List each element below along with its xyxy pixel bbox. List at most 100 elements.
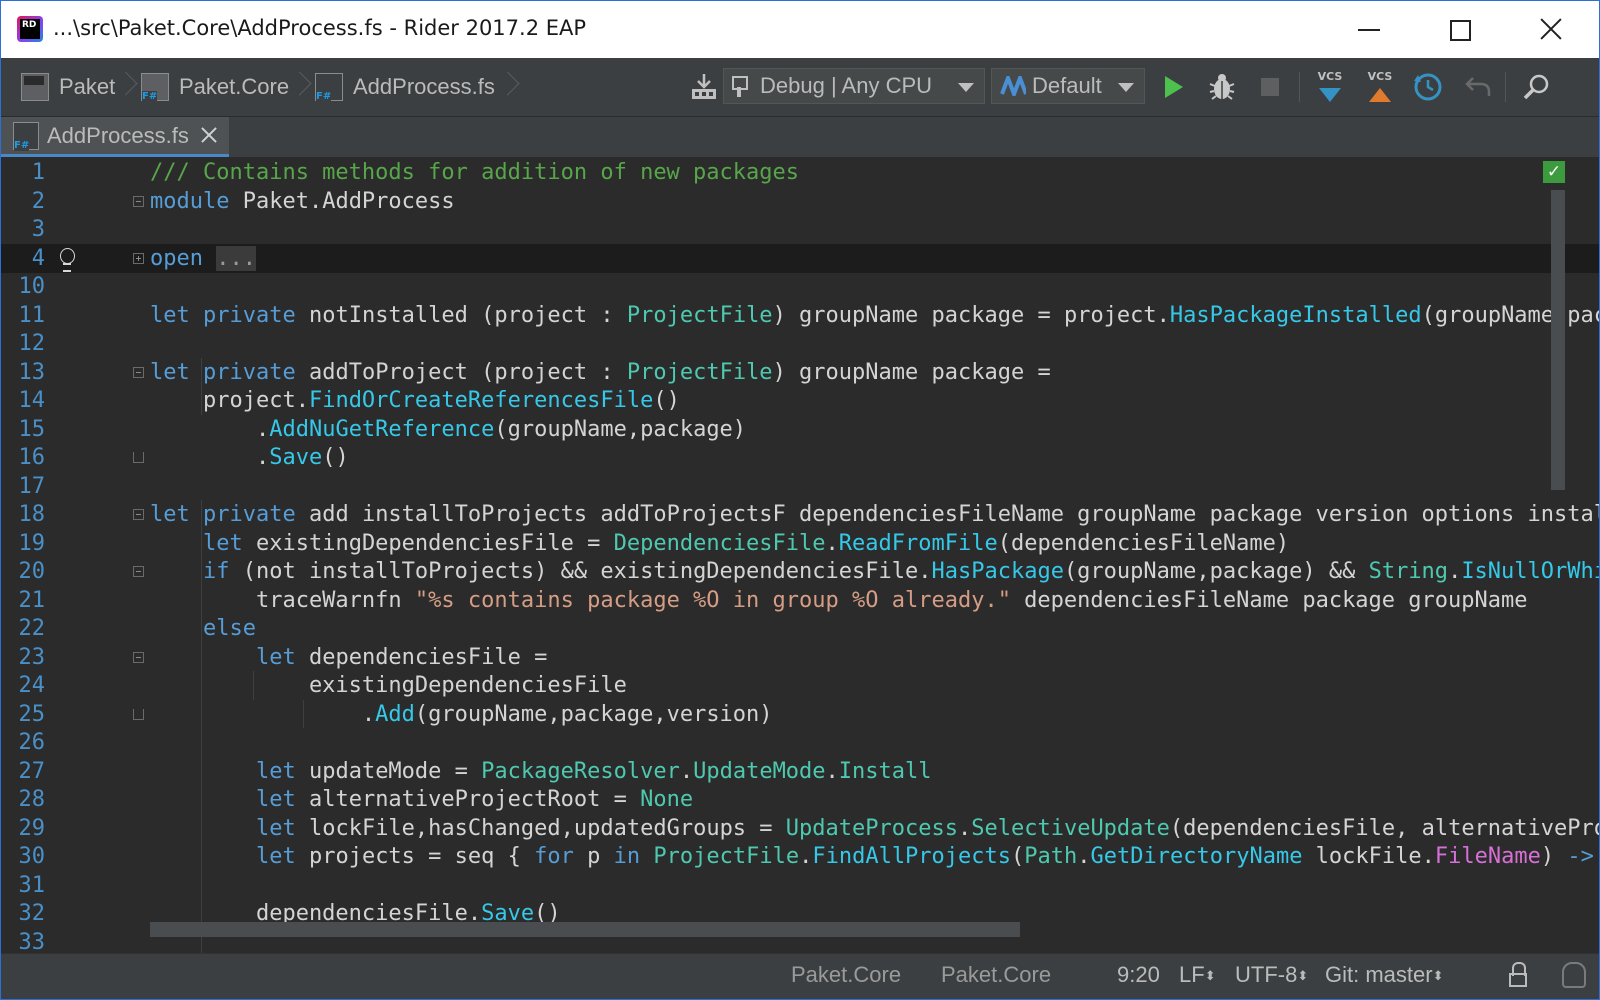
line-number[interactable]: 20 <box>1 557 46 586</box>
code-text[interactable]: let alternativeProjectRoot = None <box>150 785 693 814</box>
line-number[interactable]: 11 <box>1 301 46 330</box>
line-number[interactable]: 31 <box>1 871 46 900</box>
line-number[interactable]: 18 <box>1 500 46 529</box>
code-line[interactable]: 17 <box>1 472 1599 501</box>
line-number[interactable]: 25 <box>1 700 46 729</box>
line-number[interactable]: 27 <box>1 757 46 786</box>
line-number[interactable]: 19 <box>1 529 46 558</box>
code-text[interactable]: let updateMode = PackageResolver.UpdateM… <box>150 757 932 786</box>
fold-end-icon[interactable] <box>133 708 144 720</box>
breadcrumb-solution[interactable]: Paket <box>21 70 115 104</box>
horizontal-scrollbar[interactable] <box>150 922 1020 937</box>
code-line[interactable]: 22 else <box>1 614 1599 643</box>
code-text[interactable]: if (not installToProjects) && existingDe… <box>150 557 1599 586</box>
code-text[interactable]: .Add(groupName,package,version) <box>150 700 773 729</box>
line-number[interactable]: 4 <box>1 244 45 273</box>
inspection-ok-icon[interactable]: ✓ <box>1543 161 1565 183</box>
search-everywhere-button[interactable] <box>1519 70 1553 104</box>
line-number[interactable]: 14 <box>1 386 46 415</box>
code-line[interactable]: 10 <box>1 272 1599 301</box>
code-text[interactable]: traceWarnfn "%s contains package %O in g… <box>150 586 1528 615</box>
breadcrumb-file[interactable]: AddProcess.fs <box>315 70 495 104</box>
build-configuration-dropdown[interactable]: Debug | Any CPU <box>723 68 985 104</box>
breadcrumb-project[interactable]: Paket.Core <box>141 70 289 104</box>
code-line[interactable]: 20 if (not installToProjects) && existin… <box>1 557 1600 586</box>
code-line[interactable]: 3 <box>1 215 1599 244</box>
code-text[interactable]: project.FindOrCreateReferencesFile() <box>150 386 680 415</box>
stop-button[interactable] <box>1253 70 1287 104</box>
code-text[interactable]: .AddNuGetReference(groupName,package) <box>150 415 746 444</box>
code-text[interactable]: let projects = seq { for p in ProjectFil… <box>150 842 1599 871</box>
code-line[interactable]: 23 let dependenciesFile = <box>1 643 1599 672</box>
vertical-scrollbar[interactable] <box>1551 190 1565 490</box>
encoding-widget[interactable]: UTF-8⬍ <box>1235 962 1308 988</box>
status-project-context[interactable]: Paket.Core <box>791 962 901 988</box>
code-line[interactable]: 21 traceWarnfn "%s contains package %O i… <box>1 586 1599 615</box>
fold-collapse-icon[interactable] <box>133 566 144 577</box>
code-line[interactable]: 25 .Add(groupName,package,version) <box>1 700 1599 729</box>
code-text[interactable]: else <box>150 614 256 643</box>
tab-addprocess[interactable]: AddProcess.fs <box>1 117 229 157</box>
code-line[interactable]: 1 /// Contains methods for addition of ne… <box>1 158 1599 187</box>
line-number[interactable]: 22 <box>1 614 46 643</box>
line-separator-widget[interactable]: LF⬍ <box>1179 962 1216 988</box>
vcs-update-button[interactable]: VCS <box>1313 70 1347 106</box>
code-text[interactable]: let private addToProject (project : Proj… <box>150 358 1051 387</box>
code-line[interactable]: 14 project.FindOrCreateReferencesFile() <box>1 386 1599 415</box>
resharper-icon[interactable] <box>1559 960 1587 990</box>
code-line[interactable]: 13 let private addToProject (project : Pr… <box>1 358 1599 387</box>
code-line[interactable]: 27 let updateMode = PackageResolver.Upda… <box>1 757 1599 786</box>
code-line[interactable]: 4 open ... <box>1 243 1599 273</box>
close-tab-icon[interactable] <box>199 125 219 145</box>
caret-position[interactable]: 9:20 <box>1117 962 1160 988</box>
debug-button[interactable] <box>1205 70 1239 104</box>
code-text[interactable]: module Paket.AddProcess <box>150 187 455 216</box>
line-number[interactable]: 26 <box>1 728 46 757</box>
code-text[interactable]: let existingDependenciesFile = Dependenc… <box>150 529 1289 558</box>
fold-collapse-icon[interactable] <box>133 195 144 207</box>
code-text[interactable]: /// Contains methods for addition of new… <box>150 158 799 187</box>
line-number[interactable]: 29 <box>1 814 46 843</box>
code-line[interactable]: 24 existingDependenciesFile <box>1 671 1599 700</box>
code-text[interactable]: let lockFile,hasChanged,updatedGroups = … <box>150 814 1599 843</box>
code-text[interactable]: existingDependenciesFile <box>150 671 627 700</box>
run-button[interactable] <box>1157 70 1191 104</box>
code-text[interactable]: let private add installToProjects addToP… <box>150 500 1599 529</box>
fold-collapse-icon[interactable] <box>133 509 144 520</box>
git-branch-widget[interactable]: Git: master⬍ <box>1325 962 1443 988</box>
line-number[interactable]: 1 <box>1 158 45 187</box>
line-number[interactable]: 16 <box>1 443 46 472</box>
code-text[interactable]: let private notInstalled (project : Proj… <box>150 301 1599 330</box>
line-number[interactable]: 2 <box>1 187 45 216</box>
code-text[interactable]: open ... <box>150 244 256 273</box>
code-line[interactable]: 19 let existingDependenciesFile = Depend… <box>1 529 1599 558</box>
line-number[interactable]: 21 <box>1 586 46 615</box>
code-line[interactable]: 2 module Paket.AddProcess <box>1 187 1599 216</box>
code-text[interactable]: .Save() <box>150 443 349 472</box>
code-line[interactable]: 26 <box>1 728 1599 757</box>
code-line[interactable]: 28 let alternativeProjectRoot = None <box>1 785 1599 814</box>
close-window-button[interactable] <box>1527 1 1575 58</box>
vcs-commit-button[interactable]: VCS <box>1363 70 1397 106</box>
fold-collapse-icon[interactable] <box>133 366 144 378</box>
status-project-context-2[interactable]: Paket.Core <box>941 962 1051 988</box>
line-number[interactable]: 17 <box>1 472 46 501</box>
code-line[interactable]: 29 let lockFile,hasChanged,updatedGroups… <box>1 814 1600 843</box>
code-line[interactable]: 11 let private notInstalled (project : Pr… <box>1 301 1600 330</box>
line-number[interactable]: 32 <box>1 899 46 928</box>
line-number[interactable]: 12 <box>1 329 46 358</box>
build-icon[interactable] <box>687 70 721 104</box>
line-number[interactable]: 10 <box>1 272 46 301</box>
line-number[interactable]: 33 <box>1 928 46 954</box>
line-number[interactable]: 24 <box>1 671 46 700</box>
run-configuration-dropdown[interactable]: Default <box>991 68 1145 104</box>
line-number[interactable]: 15 <box>1 415 46 444</box>
line-number[interactable]: 30 <box>1 842 46 871</box>
code-text[interactable]: let dependenciesFile = <box>150 643 547 672</box>
code-line[interactable]: 18 let private add installToProjects addT… <box>1 500 1600 529</box>
code-line[interactable]: 15 .AddNuGetReference(groupName,package) <box>1 415 1599 444</box>
code-line[interactable]: 31 <box>1 871 1599 900</box>
line-number[interactable]: 3 <box>1 215 45 244</box>
vcs-rollback-button[interactable] <box>1461 70 1495 104</box>
fold-expand-icon[interactable] <box>133 252 144 264</box>
